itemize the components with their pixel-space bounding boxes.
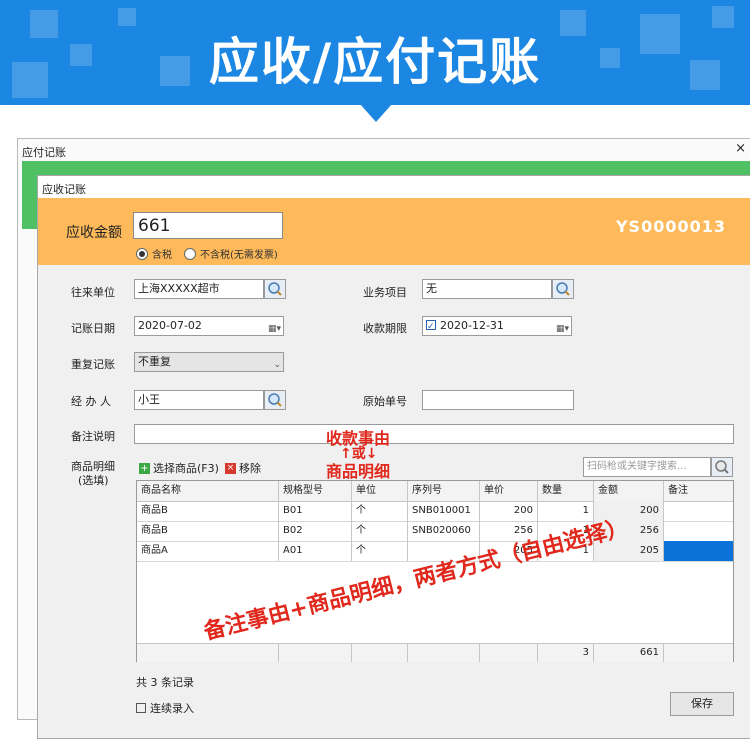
cell[interactable]: 个 xyxy=(352,521,408,541)
radio-selected-icon xyxy=(136,247,148,260)
cell[interactable]: SNB010001 xyxy=(408,501,480,521)
cell[interactable]: 商品A xyxy=(137,541,279,561)
handler-field[interactable]: 小王 xyxy=(134,390,264,410)
amount-input[interactable]: 661 xyxy=(133,212,283,239)
radio-label: 不含税(无需发票) xyxy=(200,250,278,261)
date-label: 记账日期 xyxy=(71,322,115,335)
cell[interactable]: B01 xyxy=(279,501,352,521)
window-title: 应收记账 xyxy=(42,183,86,196)
col-header[interactable]: 单位 xyxy=(352,481,408,501)
orig-label: 原始单号 xyxy=(363,395,407,408)
continuous-entry[interactable]: 连续录入 xyxy=(136,700,194,716)
search-icon[interactable] xyxy=(264,390,286,410)
col-header[interactable]: 规格型号 xyxy=(279,481,352,501)
cell[interactable]: A01 xyxy=(279,541,352,561)
table-header: 商品名称 规格型号 单位 序列号 单价 数量 金额 备注 xyxy=(137,481,733,502)
col-header[interactable]: 单价 xyxy=(480,481,538,501)
qty-total: 3 xyxy=(538,644,594,662)
continuous-checkbox[interactable] xyxy=(136,703,146,713)
cell[interactable]: 200 xyxy=(480,501,538,521)
footer-cell xyxy=(279,644,352,662)
save-button[interactable]: 保存 xyxy=(670,692,734,716)
product-search-input[interactable]: 扫码枪或关键字搜索... xyxy=(583,457,711,477)
footer-cell xyxy=(408,644,480,662)
col-header[interactable]: 数量 xyxy=(538,481,594,501)
banner-title: 应收/应付记账 xyxy=(208,33,542,91)
cell[interactable] xyxy=(664,501,733,521)
radio-unselected-icon xyxy=(184,247,196,260)
project-field[interactable]: 无 xyxy=(422,279,552,299)
close-icon[interactable]: × xyxy=(735,141,746,156)
amount-label: 应收金额 xyxy=(66,225,122,241)
repeat-select[interactable]: 不重复 ⌄ xyxy=(134,352,284,372)
calendar-icon[interactable]: ▦▾ xyxy=(268,320,281,338)
cell[interactable]: SNB020060 xyxy=(408,521,480,541)
deadline-value: 2020-12-31 xyxy=(440,319,504,332)
detail-optional-label: (选填) xyxy=(78,474,109,487)
remove-icon: × xyxy=(225,462,236,474)
banner-arrow xyxy=(360,104,392,122)
orig-field[interactable] xyxy=(422,390,574,410)
window-titlebar: 应收记账 xyxy=(38,176,750,198)
repeat-label: 重复记账 xyxy=(71,358,115,371)
footer-cell xyxy=(664,644,733,662)
cell[interactable]: 商品B xyxy=(137,521,279,541)
handler-label: 经 办 人 xyxy=(71,395,111,408)
cell[interactable] xyxy=(664,521,733,541)
cell[interactable]: 个 xyxy=(352,541,408,561)
banner: 应收/应付记账 xyxy=(0,0,750,105)
calendar-icon[interactable]: ▦▾ xyxy=(556,320,569,338)
back-window-title: 应付记账 xyxy=(22,146,66,159)
table-row[interactable]: 商品B B01 个 SNB010001 200 1 200 xyxy=(137,501,733,522)
table-row[interactable]: 商品B B02 个 SNB020060 256 1 256 xyxy=(137,521,733,542)
remark-field[interactable] xyxy=(134,424,734,444)
partner-label: 往来单位 xyxy=(71,286,115,299)
continuous-label: 连续录入 xyxy=(150,702,194,715)
cell-selected[interactable] xyxy=(664,541,733,561)
radio-tax-included[interactable]: 含税 xyxy=(136,246,172,261)
project-label: 业务项目 xyxy=(363,286,407,299)
radio-tax-excluded[interactable]: 不含税(无需发票) xyxy=(184,246,278,261)
remove-label: 移除 xyxy=(239,462,261,475)
partner-field[interactable]: 上海XXXXX超市 xyxy=(134,279,264,299)
search-icon[interactable] xyxy=(552,279,574,299)
cell[interactable]: 商品B xyxy=(137,501,279,521)
add-product-button[interactable]: + 选择商品(F3) xyxy=(139,460,219,476)
chevron-down-icon: ⌄ xyxy=(273,360,281,370)
table-footer: 3 661 xyxy=(137,643,733,662)
footer-cell xyxy=(480,644,538,662)
col-header[interactable]: 备注 xyxy=(664,481,733,501)
add-product-label: 选择商品(F3) xyxy=(153,462,219,475)
date-field[interactable]: 2020-07-02 ▦▾ xyxy=(134,316,284,336)
cell[interactable]: 个 xyxy=(352,501,408,521)
cell[interactable]: B02 xyxy=(279,521,352,541)
deadline-label: 收款期限 xyxy=(363,322,407,335)
remark-label: 备注说明 xyxy=(71,430,115,443)
remove-button[interactable]: × 移除 xyxy=(225,460,261,476)
col-header[interactable]: 金额 xyxy=(594,481,664,501)
deadline-field[interactable]: 2020-12-31 ▦▾ xyxy=(422,316,572,336)
footer-cell xyxy=(137,644,279,662)
col-header[interactable]: 序列号 xyxy=(408,481,480,501)
search-icon[interactable] xyxy=(264,279,286,299)
col-header[interactable]: 商品名称 xyxy=(137,481,279,501)
date-value: 2020-07-02 xyxy=(138,319,202,332)
document-number: YS0000013 xyxy=(615,217,726,236)
amount-total: 661 xyxy=(594,644,664,662)
footer-cell xyxy=(352,644,408,662)
amount-header: 应收金额 661 含税 不含税(无需发票) YS0000013 xyxy=(38,198,750,265)
search-icon[interactable] xyxy=(711,457,733,477)
deadline-checkbox[interactable] xyxy=(426,318,436,336)
annotation-top-3: 商品明细 xyxy=(326,462,391,481)
radio-label: 含税 xyxy=(152,250,172,261)
front-window: 应收记账 应收金额 661 含税 不含税(无需发票) YS0000013 往来单… xyxy=(37,175,750,739)
record-count: 共 3 条记录 xyxy=(136,676,194,689)
repeat-value: 不重复 xyxy=(138,355,171,368)
add-icon: + xyxy=(139,462,150,474)
